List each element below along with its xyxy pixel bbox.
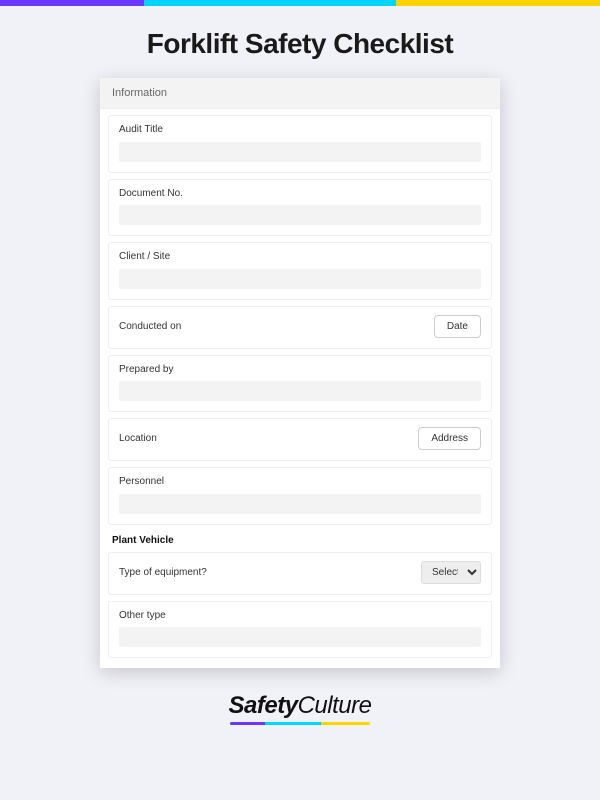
- brand-logo: SafetyCulture: [0, 692, 600, 725]
- brand-text-bold: Safety: [229, 692, 298, 719]
- subsection-plant-vehicle: Plant Vehicle: [112, 535, 488, 546]
- field-label: Location: [119, 433, 157, 444]
- field-prepared-by: Prepared by: [108, 355, 492, 413]
- field-label: Audit Title: [119, 124, 481, 135]
- field-audit-title: Audit Title: [108, 115, 492, 173]
- personnel-input[interactable]: [119, 494, 481, 514]
- brand-text-light: Culture: [298, 692, 372, 719]
- field-conducted-on: Conducted on Date: [108, 306, 492, 349]
- prepared-by-input[interactable]: [119, 381, 481, 401]
- date-button[interactable]: Date: [434, 315, 481, 338]
- field-label: Other type: [119, 610, 481, 621]
- field-label: Prepared by: [119, 364, 481, 375]
- brand-color-bar: [0, 0, 600, 6]
- page-title: Forklift Safety Checklist: [0, 28, 600, 60]
- field-label: Document No.: [119, 188, 481, 199]
- field-label: Type of equipment?: [119, 567, 207, 578]
- field-personnel: Personnel: [108, 467, 492, 525]
- address-button[interactable]: Address: [418, 427, 481, 450]
- field-client-site: Client / Site: [108, 242, 492, 300]
- field-location: Location Address: [108, 418, 492, 461]
- field-label: Conducted on: [119, 321, 181, 332]
- field-document-no: Document No.: [108, 179, 492, 237]
- type-of-equipment-select[interactable]: Select: [421, 561, 481, 584]
- section-header-information: Information: [100, 78, 500, 109]
- document-no-input[interactable]: [119, 205, 481, 225]
- field-other-type: Other type: [108, 601, 492, 659]
- brand-underline: [230, 722, 370, 725]
- checklist-card: Information Audit Title Document No. Cli…: [100, 78, 500, 668]
- field-type-of-equipment: Type of equipment? Select: [108, 552, 492, 595]
- client-site-input[interactable]: [119, 269, 481, 289]
- audit-title-input[interactable]: [119, 142, 481, 162]
- other-type-input[interactable]: [119, 627, 481, 647]
- field-label: Personnel: [119, 476, 481, 487]
- field-label: Client / Site: [119, 251, 481, 262]
